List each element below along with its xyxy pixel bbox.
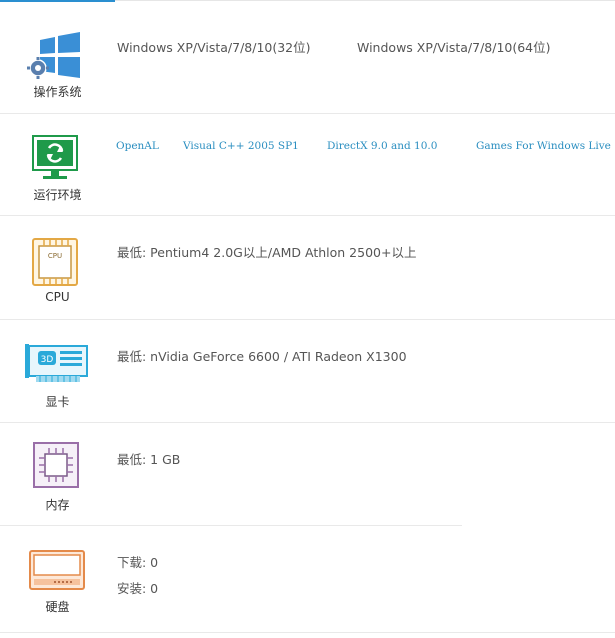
graphics-card-icon: 3D [24,342,90,386]
gfwl-link[interactable]: Games For Windows Live [476,140,611,152]
disk-install-value: 安装: 0 [117,581,159,596]
cpu-chip-icon: CPU [30,236,82,288]
cpu-label: CPU [45,290,70,304]
memory-row: 内存 最低: 1 GB [0,423,462,526]
cpu-value: 最低: Pentium4 2.0G以上/AMD Athlon 2500+以上 [117,245,417,260]
memory-value: 最低: 1 GB [117,452,181,467]
os-label: 操作系统 [33,85,82,99]
gpu-value: 最低: nVidia GeForce 6600 / ATI Radeon X13… [117,349,407,364]
svg-text:3D: 3D [41,355,54,365]
disk-row: 硬盘 下载: 0 安装: 0 [0,526,615,633]
os-64bit-value: Windows XP/Vista/7/8/10(64位) [357,40,551,55]
gpu-label: 显卡 [45,395,70,409]
os-row: 操作系统 Windows XP/Vista/7/8/10(32位) Window… [0,0,615,114]
vcpp-link[interactable]: Visual C++ 2005 SP1 [183,140,299,152]
memory-label: 内存 [45,498,70,512]
svg-text:CPU: CPU [48,252,62,260]
os-32bit-value: Windows XP/Vista/7/8/10(32位) [117,40,311,55]
openal-link[interactable]: OpenAL [116,140,159,152]
cpu-row: CPU CPU 最低: Pentium4 2.0G以上/AMD Athlon 2… [0,216,615,320]
hard-disk-icon [29,550,85,590]
monitor-refresh-icon [27,135,83,183]
runtime-row: 运行环境 OpenAL Visual C++ 2005 SP1 DirectX … [0,113,615,216]
disk-download-value: 下载: 0 [117,555,159,570]
gpu-row: 3D 显卡 最低: nVidia GeForce 6600 / ATI Rade… [0,320,615,423]
directx-link[interactable]: DirectX 9.0 and 10.0 [327,140,437,152]
memory-chip-icon [32,441,80,489]
windows-gear-icon [27,30,87,80]
disk-label: 硬盘 [45,600,70,614]
runtime-label: 运行环境 [33,188,82,202]
